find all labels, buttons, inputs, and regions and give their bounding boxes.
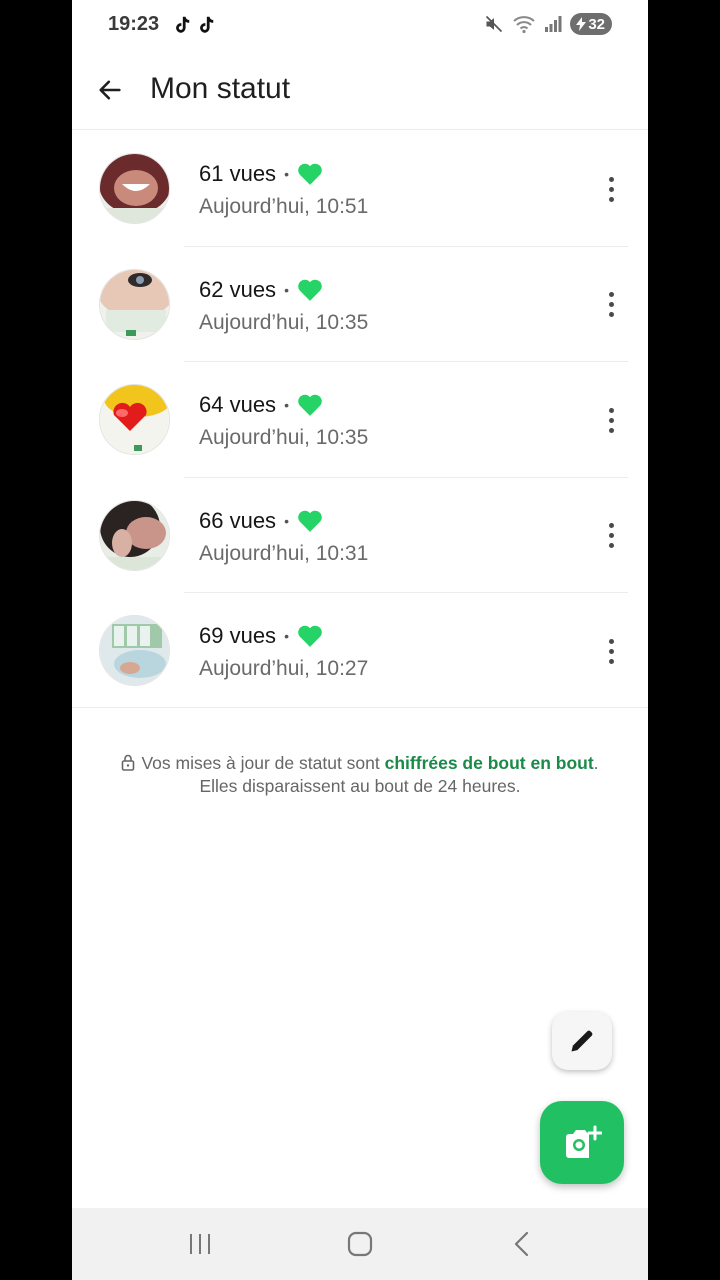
list-separator: [72, 707, 648, 708]
status-time: Aujourd’hui, 10:35: [199, 426, 369, 449]
status-time: Aujourd’hui, 10:35: [199, 310, 369, 334]
separator-dot: •: [284, 166, 289, 182]
battery-charging-icon: [576, 17, 587, 31]
status-bar: 19:23 32: [72, 0, 648, 52]
green-heart-icon: [298, 163, 322, 185]
status-time: 19:23: [108, 13, 160, 35]
more-options-button[interactable]: [598, 631, 624, 671]
kebab-menu-icon: [608, 176, 614, 182]
green-heart-icon: [298, 625, 322, 647]
status-row[interactable]: 69 vues • Aujourd’hui, 10:27: [72, 593, 648, 709]
status-row[interactable]: 61 vues • Aujourd’hui, 10:51: [72, 131, 648, 247]
home-icon: [347, 1231, 373, 1257]
text-status-button[interactable]: [552, 1012, 612, 1070]
back-icon: [514, 1231, 529, 1257]
green-heart-icon: [298, 394, 322, 416]
separator-dot: •: [284, 281, 289, 298]
status-thumbnail[interactable]: [99, 499, 170, 571]
kebab-menu-icon: [608, 407, 614, 413]
status-row[interactable]: 62 vues • Aujourd’hui, 10:35: [72, 247, 648, 362]
green-heart-icon: [298, 279, 322, 301]
notice-line2: Elles disparaissent au bout de 24 heures…: [199, 776, 521, 796]
app-bar: Mon statut: [72, 52, 648, 130]
system-nav-bar: [72, 1208, 648, 1280]
encryption-notice: Vos mises à jour de statut sont chiffrée…: [72, 752, 648, 798]
more-options-button[interactable]: [598, 169, 624, 209]
green-heart-icon: [298, 510, 322, 532]
status-time: Aujourd’hui, 10:51: [199, 195, 369, 218]
signal-icon: [545, 16, 562, 32]
status-time: Aujourd’hui, 10:27: [199, 657, 369, 680]
status-list: 61 vues • Aujourd’hui, 10:51 62 vues • A…: [72, 131, 648, 709]
back-button[interactable]: [92, 72, 128, 108]
more-options-button[interactable]: [598, 400, 624, 440]
tiktok-icon: [200, 16, 214, 33]
notice-suffix: .: [593, 753, 599, 773]
status-time: Aujourd’hui, 10:31: [199, 541, 369, 565]
arrow-left-icon: [99, 80, 121, 100]
separator-dot: •: [284, 628, 289, 644]
separator-dot: •: [284, 397, 289, 413]
view-count: 62 vues: [199, 276, 277, 302]
phone-screen: 19:23 32 Mon statut 61 vues • Aujourd’hu…: [72, 0, 648, 1280]
kebab-menu-icon: [608, 523, 614, 528]
more-options-button[interactable]: [598, 516, 624, 556]
pencil-icon: [571, 1030, 593, 1052]
wifi-icon: [513, 16, 535, 34]
camera-add-icon: [566, 1125, 602, 1158]
view-count: 66 vues: [199, 507, 277, 533]
kebab-menu-icon: [608, 292, 614, 297]
lock-icon: [122, 754, 135, 771]
status-row[interactable]: 66 vues • Aujourd’hui, 10:31: [72, 478, 648, 593]
separator-dot: •: [284, 512, 289, 529]
status-thumbnail[interactable]: [99, 384, 170, 455]
recent-apps-icon: [190, 1234, 210, 1254]
camera-status-button[interactable]: [540, 1101, 624, 1184]
nav-back-button[interactable]: [500, 1224, 544, 1264]
kebab-menu-icon: [608, 638, 614, 644]
status-thumbnail[interactable]: [99, 153, 170, 224]
view-count: 69 vues: [199, 623, 277, 648]
battery-indicator: 32: [570, 13, 612, 35]
encryption-link[interactable]: chiffrées de bout en bout: [385, 753, 594, 773]
home-button[interactable]: [338, 1224, 382, 1264]
status-row[interactable]: 64 vues • Aujourd’hui, 10:35: [72, 362, 648, 478]
mute-icon: [486, 15, 503, 33]
status-thumbnail[interactable]: [99, 268, 170, 340]
view-count: 61 vues: [199, 161, 277, 186]
view-count: 64 vues: [199, 392, 277, 417]
battery-level: 32: [588, 15, 605, 33]
status-thumbnail[interactable]: [99, 615, 170, 686]
page-title: Mon statut: [150, 72, 291, 105]
more-options-button[interactable]: [598, 285, 624, 325]
notice-prefix: Vos mises à jour de statut sont: [141, 753, 385, 773]
tiktok-icon: [176, 16, 190, 33]
recent-apps-button[interactable]: [178, 1224, 222, 1264]
